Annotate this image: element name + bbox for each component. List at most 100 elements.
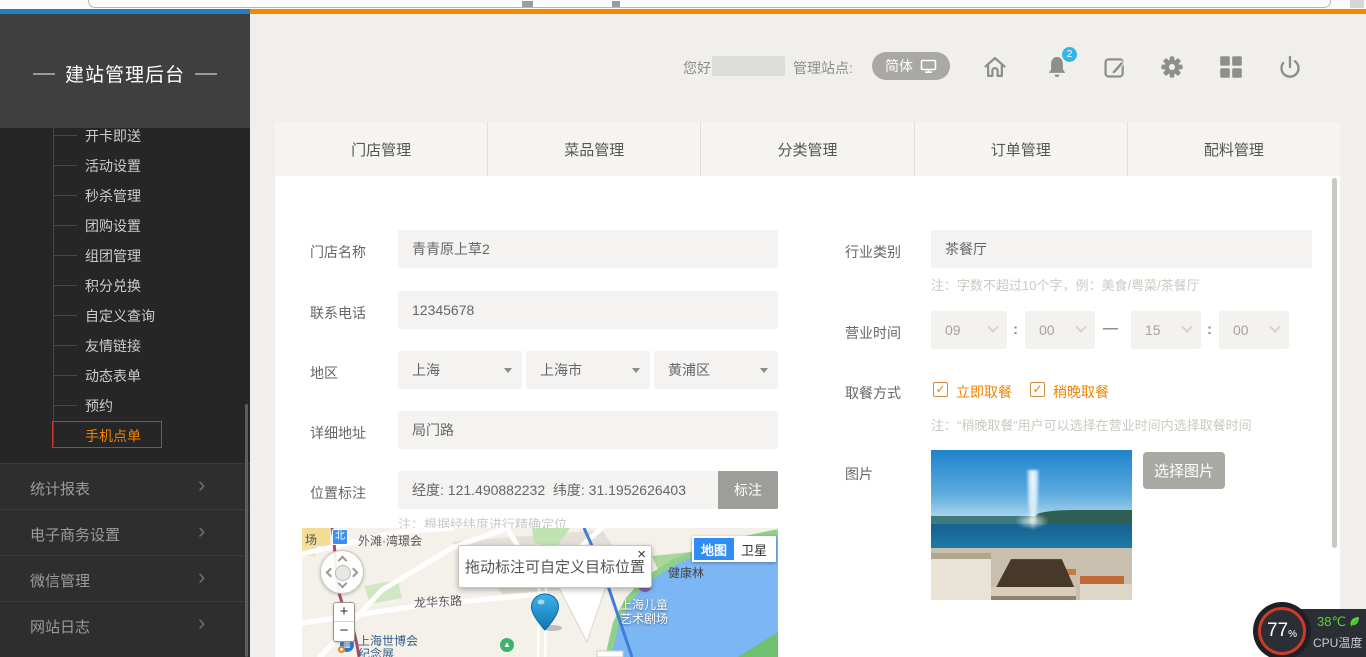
apps-grid-button[interactable] xyxy=(1217,53,1245,81)
home-icon xyxy=(982,54,1008,80)
language-pill-label: 简体 xyxy=(885,56,913,76)
sidebar-header: 建站管理后台 xyxy=(0,14,250,128)
address-label: 详细地址 xyxy=(310,423,366,443)
map-label-road: 龙华东路 xyxy=(414,592,463,611)
map-type-map-button[interactable]: 地图 xyxy=(694,538,734,560)
browser-scrollbar-top[interactable] xyxy=(1350,0,1364,8)
map-label-theater2: 艺术剧场 xyxy=(620,610,668,627)
map-widget[interactable]: 场 外滩·湾璟会 龙华东路 ▥ 上海世博会 纪念展 ▲ ♪ 健康林 上海儿童 艺… xyxy=(302,528,778,657)
choose-image-button[interactable]: 选择图片 xyxy=(1143,452,1225,489)
logout-button[interactable] xyxy=(1276,53,1304,81)
sidebar-section-ecommerce[interactable]: 电子商务设置› xyxy=(0,509,250,555)
sidebar-item-card-gift[interactable]: 开卡即送 xyxy=(0,126,250,146)
cpu-temp-label: CPU温度 xyxy=(1313,634,1362,651)
sidebar-section-reports[interactable]: 统计报表› xyxy=(0,463,250,509)
industry-label: 行业类别 xyxy=(845,242,901,262)
grid-icon xyxy=(1219,55,1243,79)
hours-label: 营业时间 xyxy=(845,323,901,343)
lat-value[interactable]: 31.1952626403 xyxy=(589,482,686,498)
close-hour-select[interactable]: 15 xyxy=(1131,311,1201,349)
sidebar-item-group[interactable]: 组团管理 xyxy=(0,246,250,266)
notification-badge: 2 xyxy=(1062,47,1077,62)
pickup-later-checkbox[interactable]: ✓ xyxy=(1030,382,1045,397)
open-minute-select[interactable]: 00 xyxy=(1025,311,1095,349)
mark-location-button[interactable]: 标注 xyxy=(718,471,778,509)
tab-ingredient-management[interactable]: 配料管理 xyxy=(1128,122,1340,176)
sidebar-item-seckill[interactable]: 秒杀管理 xyxy=(0,186,250,206)
caret-down-icon xyxy=(760,368,768,373)
close-minute-select[interactable]: 00 xyxy=(1219,311,1289,349)
sidebar-scrollbar[interactable] xyxy=(245,404,248,657)
sidebar-item-groupbuy[interactable]: 团购设置 xyxy=(0,216,250,236)
store-name-input[interactable]: 青青原上草2 xyxy=(398,230,778,268)
cpu-monitor-widget[interactable]: 77 % 38℃ CPU温度 xyxy=(1253,602,1366,657)
sidebar-item-activity[interactable]: 活动设置 xyxy=(0,156,250,176)
sidebar-item-dynamic-form[interactable]: 动态表单 xyxy=(0,366,250,386)
pan-center-hub[interactable] xyxy=(335,565,351,581)
map-label-bund: 外滩·湾璟会 xyxy=(358,532,422,549)
settings-button[interactable] xyxy=(1158,53,1186,81)
chevron-right-icon: › xyxy=(198,610,205,636)
zoom-out-button[interactable]: − xyxy=(334,622,354,641)
map-pan-control[interactable] xyxy=(320,550,364,594)
sidebar: 建站管理后台 开卡即送 活动设置 秒杀管理 团购设置 组团管理 积分兑换 自定义… xyxy=(0,14,250,657)
pan-left-icon[interactable] xyxy=(326,568,336,578)
chevron-right-icon: › xyxy=(198,518,205,544)
username-redacted xyxy=(712,56,785,76)
phone-input[interactable]: 12345678 xyxy=(398,291,778,329)
tree-dash xyxy=(53,375,77,376)
pickup-now-checkbox[interactable]: ✓ xyxy=(933,382,948,397)
province-select[interactable]: 上海 xyxy=(398,351,522,389)
sidebar-item-points[interactable]: 积分兑换 xyxy=(0,276,250,296)
sidebar-section-logs[interactable]: 网站日志› xyxy=(0,601,250,647)
tooltip-close-icon[interactable]: × xyxy=(637,547,646,562)
park-poi-icon[interactable]: ▲ xyxy=(500,638,514,652)
map-zoom-control: + − xyxy=(333,602,355,642)
browser-address-bar[interactable] xyxy=(88,0,1331,8)
edit-button[interactable] xyxy=(1101,53,1129,81)
open-hour-select[interactable]: 09 xyxy=(931,311,1007,349)
home-button[interactable] xyxy=(981,53,1009,81)
sidebar-item-custom-query[interactable]: 自定义查询 xyxy=(0,306,250,326)
district-select[interactable]: 黄浦区 xyxy=(654,351,778,389)
screen: 建站管理后台 开卡即送 活动设置 秒杀管理 团购设置 组团管理 积分兑换 自定义… xyxy=(0,0,1366,657)
pan-up-icon[interactable] xyxy=(338,556,348,566)
sidebar-item-booking[interactable]: 预约 xyxy=(0,396,250,416)
sidebar-sections: 统计报表› 电子商务设置› 微信管理› 网站日志› xyxy=(0,463,250,657)
title-dash-left xyxy=(33,73,55,75)
cpu-usage-percent-sign: % xyxy=(1288,629,1297,640)
photo-building xyxy=(1080,584,1132,600)
content-scrollbar[interactable] xyxy=(1332,178,1337,548)
pickup-later-label[interactable]: 稍晚取餐 xyxy=(1053,382,1109,402)
lng-value[interactable]: 121.490882232 xyxy=(448,482,545,498)
photo-building xyxy=(991,587,1075,600)
chevron-down-icon xyxy=(1269,322,1280,333)
address-input[interactable]: 局门路 xyxy=(398,411,778,449)
pickup-now-label[interactable]: 立即取餐 xyxy=(956,382,1012,402)
photo-roof xyxy=(1080,576,1124,584)
map-type-satellite-button[interactable]: 卫星 xyxy=(734,538,774,560)
chevron-right-icon: › xyxy=(198,472,205,498)
compass-north-badge: 北 xyxy=(332,529,348,545)
store-photo-preview xyxy=(931,450,1132,600)
tab-dish-management[interactable]: 菜品管理 xyxy=(488,122,701,176)
edit-icon xyxy=(1102,54,1128,80)
language-site-pill[interactable]: 简体 xyxy=(872,52,950,80)
tab-store-management[interactable]: 门店管理 xyxy=(275,122,488,176)
photo-building xyxy=(931,553,991,600)
tree-dash xyxy=(53,195,77,196)
notifications-button[interactable]: 2 xyxy=(1043,53,1071,81)
tab-category-management[interactable]: 分类管理 xyxy=(701,122,914,176)
tree-dash xyxy=(53,135,77,136)
pickup-note: 注：“稍晚取餐”用户可以选择在营业时间内选择取餐时间 xyxy=(931,415,1252,434)
industry-note: 注：字数不超过10个字，例：美食/粤菜/茶餐厅 xyxy=(931,275,1200,294)
industry-input[interactable]: 茶餐厅 xyxy=(931,230,1312,268)
sidebar-item-mobile-order-label[interactable]: 手机点单 xyxy=(85,426,141,446)
city-select[interactable]: 上海市 xyxy=(526,351,650,389)
tab-order-management[interactable]: 订单管理 xyxy=(915,122,1128,176)
title-dash-right xyxy=(195,73,217,75)
sidebar-section-wechat[interactable]: 微信管理› xyxy=(0,555,250,601)
store-name-label: 门店名称 xyxy=(310,242,366,262)
zoom-in-button[interactable]: + xyxy=(334,603,354,622)
sidebar-item-links[interactable]: 友情链接 xyxy=(0,336,250,356)
